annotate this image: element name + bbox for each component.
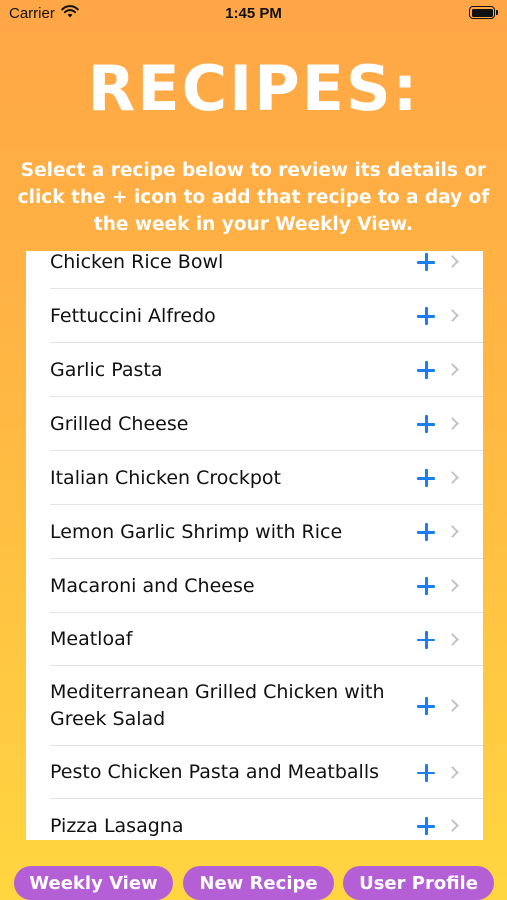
status-time: 1:45 PM	[225, 5, 282, 22]
add-to-week-icon[interactable]	[417, 253, 435, 271]
add-to-week-icon[interactable]	[417, 697, 435, 715]
recipe-row[interactable]: Meatloaf	[26, 613, 483, 666]
add-to-week-icon[interactable]	[417, 523, 435, 541]
add-to-week-icon[interactable]	[417, 361, 435, 379]
recipe-name: Garlic Pasta	[50, 358, 163, 381]
add-to-week-icon[interactable]	[417, 307, 435, 325]
chevron-right-icon	[446, 417, 459, 430]
battery-icon	[469, 6, 498, 19]
add-to-week-icon[interactable]	[417, 817, 435, 835]
add-to-week-icon[interactable]	[417, 763, 435, 782]
recipe-name: Pizza Lasagna	[50, 814, 184, 837]
add-to-week-icon[interactable]	[417, 469, 435, 487]
chevron-right-icon	[446, 525, 459, 538]
add-to-week-icon[interactable]	[417, 577, 435, 595]
recipe-row[interactable]: Italian Chicken Crockpot	[26, 451, 483, 505]
user-profile-button[interactable]: User Profile	[343, 866, 494, 900]
bottom-tab-bar: Weekly View New Recipe User Profile	[0, 866, 507, 900]
chevron-right-icon	[446, 699, 459, 712]
chevron-right-icon	[446, 765, 459, 779]
recipe-name: Fettuccini Alfredo	[50, 304, 216, 327]
recipe-row[interactable]: Lemon Garlic Shrimp with Rice	[26, 505, 483, 559]
weekly-view-button[interactable]: Weekly View	[14, 866, 173, 900]
add-to-week-icon[interactable]	[417, 630, 435, 649]
recipe-name: Italian Chicken Crockpot	[50, 466, 281, 489]
chevron-right-icon	[446, 309, 459, 322]
recipe-list[interactable]: Chicken Rice Bowl Fettuccini Alfredo Gar…	[26, 251, 483, 840]
status-bar: Carrier 1:45 PM	[0, 0, 507, 30]
page-title: RECIPES:	[87, 52, 420, 125]
recipe-row[interactable]: Mediterranean Grilled Chicken with Greek…	[26, 666, 483, 746]
recipe-row[interactable]: Fettuccini Alfredo	[26, 289, 483, 343]
recipe-row[interactable]: Macaroni and Cheese	[26, 559, 483, 613]
recipe-row[interactable]: Pizza Lasagna	[26, 799, 483, 840]
chevron-right-icon	[446, 363, 459, 376]
chevron-right-icon	[446, 255, 459, 268]
page-instructions: Select a recipe below to review its deta…	[17, 160, 490, 235]
recipe-name: Lemon Garlic Shrimp with Rice	[50, 520, 343, 543]
recipe-name: Chicken Rice Bowl	[50, 251, 224, 273]
recipe-name: Grilled Cheese	[50, 412, 189, 435]
chevron-right-icon	[446, 471, 459, 484]
recipe-row[interactable]: Chicken Rice Bowl	[26, 251, 483, 289]
chevron-right-icon	[446, 819, 459, 832]
add-to-week-icon[interactable]	[417, 415, 435, 433]
recipe-row[interactable]: Garlic Pasta	[26, 343, 483, 397]
chevron-right-icon	[446, 579, 459, 592]
recipe-row[interactable]: Grilled Cheese	[26, 397, 483, 451]
new-recipe-button[interactable]: New Recipe	[183, 866, 334, 900]
chevron-right-icon	[446, 632, 459, 646]
recipe-name: Macaroni and Cheese	[50, 574, 255, 597]
recipe-row[interactable]: Pesto Chicken Pasta and Meatballs	[26, 746, 483, 799]
recipe-name: Mediterranean Grilled Chicken with Greek…	[50, 681, 385, 730]
recipe-name: Meatloaf	[50, 628, 133, 650]
recipe-name: Pesto Chicken Pasta and Meatballs	[50, 761, 380, 783]
